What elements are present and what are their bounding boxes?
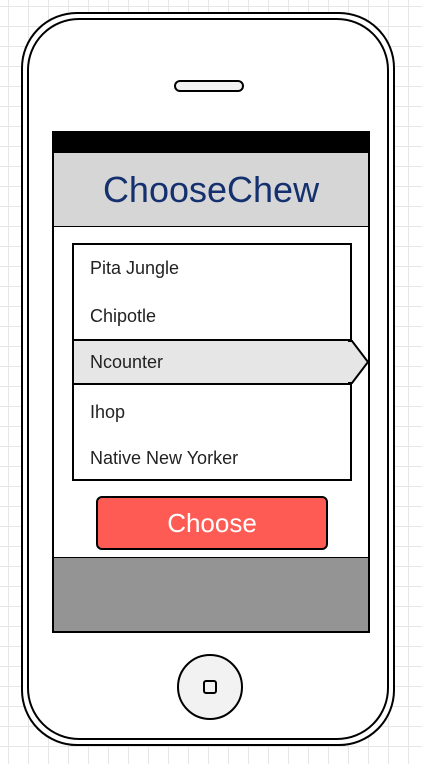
app-title: ChooseChew [102,168,320,210]
phone-screen: ChooseChew Pita Jungle Chipotle Ncounter… [52,131,370,633]
list-item-selected[interactable]: Ncounter [74,339,368,385]
speaker-slot-icon [174,80,244,92]
choose-button[interactable]: Choose [96,496,328,550]
restaurant-picker-list[interactable]: Pita Jungle Chipotle Ncounter Ihop Nativ… [72,243,368,481]
arrow-pointer-icon [348,340,368,384]
list-item-label: Ihop [90,401,126,422]
list-item[interactable]: Native New Yorker [74,435,350,481]
phone-frame: ChooseChew Pita Jungle Chipotle Ncounter… [21,12,395,746]
list-item-label: Ncounter [90,351,164,372]
status-bar [54,133,368,153]
list-item[interactable]: Pita Jungle [74,245,350,291]
list-item-label: Native New Yorker [90,447,239,468]
list-item[interactable]: Chipotle [74,293,350,339]
list-item-label: Chipotle [90,305,157,326]
list-item[interactable]: Ihop [74,389,350,435]
bottom-bar [54,557,368,631]
list-item-label: Pita Jungle [90,257,180,278]
app-header: ChooseChew [54,153,368,227]
home-square-icon [203,680,217,694]
home-button[interactable] [177,654,243,720]
arrow-pointer-shape [348,340,368,384]
